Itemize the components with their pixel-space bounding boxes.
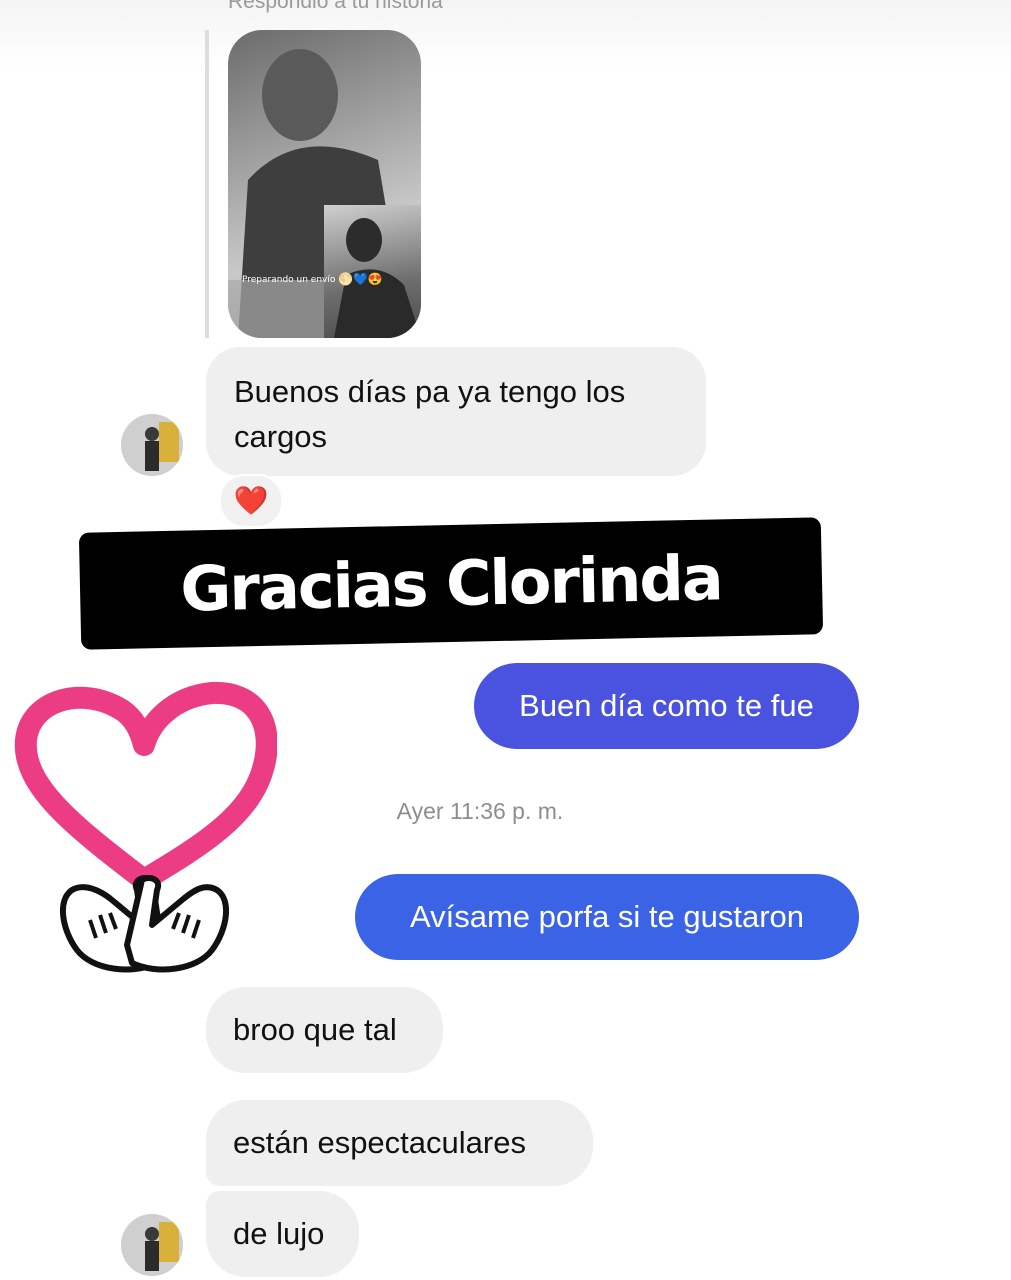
overlay-text-sticker: Gracias Clorinda Formosa [78, 517, 824, 740]
outgoing-message[interactable]: Avísame porfa si te gustaron [355, 874, 859, 960]
avatar[interactable] [121, 414, 183, 476]
avatar-photo-icon [121, 414, 183, 476]
message-text-line: cargos [234, 419, 328, 454]
story-thumbnail[interactable]: Preparando un envío 🌕💙😍 [228, 30, 421, 338]
heart-hands-sticker-icon [14, 681, 277, 973]
outgoing-message[interactable]: Buen día como te fue [474, 663, 859, 749]
heart-reaction[interactable]: ❤️ [219, 474, 283, 528]
top-fade [0, 0, 1011, 70]
incoming-message[interactable]: Buenos días pa ya tengo los cargos [206, 347, 706, 476]
story-caption: Preparando un envío [242, 275, 336, 285]
incoming-message[interactable]: están espectaculares [206, 1100, 593, 1186]
avatar-photo-icon [121, 1214, 183, 1276]
incoming-message[interactable]: broo que tal [206, 987, 443, 1073]
story-reply-label: Respondió a tu historia [228, 0, 443, 13]
avatar[interactable] [121, 1214, 183, 1276]
message-timestamp: Ayer 11:36 p. m. [396, 798, 564, 824]
story-caption-emoji: 🌕💙😍 [338, 272, 383, 286]
message-text-line: Buenos días pa ya tengo los [234, 374, 626, 409]
reply-quote-line [205, 30, 209, 338]
incoming-message[interactable]: de lujo [206, 1191, 359, 1277]
